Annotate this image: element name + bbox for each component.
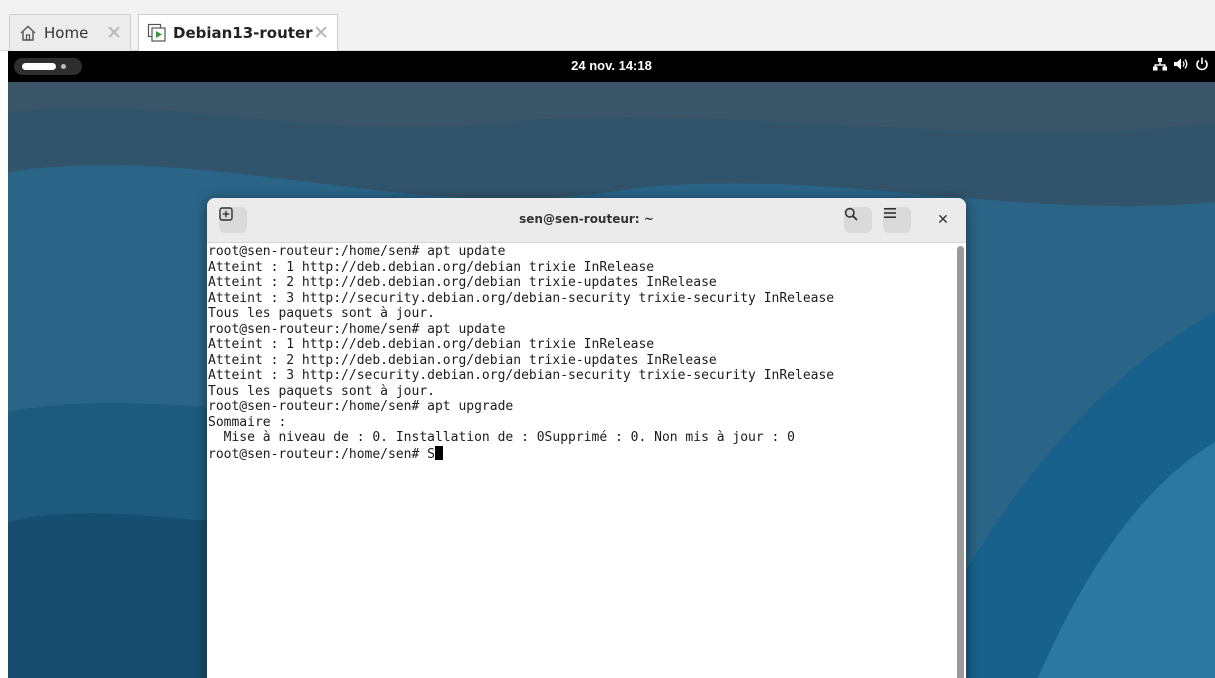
menu-button[interactable] bbox=[883, 207, 911, 233]
terminal-line: Atteint : 2 http://deb.debian.org/debian… bbox=[208, 275, 717, 290]
close-icon[interactable]: ✕ bbox=[106, 22, 122, 44]
clock[interactable]: 24 nov. 14:18 bbox=[8, 58, 1215, 73]
terminal-output[interactable]: root@sen-routeur:/home/sen# apt update At… bbox=[207, 244, 954, 678]
gnome-top-bar: 24 nov. 14:18 bbox=[8, 51, 1215, 82]
terminal-line: Atteint : 1 http://deb.debian.org/debian… bbox=[208, 337, 655, 352]
tab-home-label: Home bbox=[44, 24, 89, 42]
terminal-line: root@sen-routeur:/home/sen# apt upgrade bbox=[208, 399, 514, 414]
volume-icon[interactable] bbox=[1173, 57, 1189, 71]
terminal-headerbar: sen@sen-routeur: ~ ✕ bbox=[207, 198, 966, 243]
terminal-line: Tous les paquets sont à jour. bbox=[208, 306, 435, 321]
terminal-line: root@sen-routeur:/home/sen# apt update bbox=[208, 244, 506, 259]
network-icon[interactable] bbox=[1153, 57, 1167, 71]
hamburger-menu-icon bbox=[884, 208, 896, 218]
terminal-window[interactable]: sen@sen-routeur: ~ ✕ root@sen-routeur:/h… bbox=[207, 198, 966, 678]
power-icon[interactable] bbox=[1195, 57, 1209, 71]
terminal-line: Mise à niveau de : 0. Installation de : … bbox=[208, 430, 795, 445]
terminal-line: Atteint : 3 http://security.debian.org/d… bbox=[208, 368, 835, 383]
tab-debian13-router-label: Debian13-router bbox=[173, 24, 313, 42]
search-icon bbox=[844, 207, 858, 221]
system-tray[interactable] bbox=[1153, 57, 1209, 71]
terminal-line: Atteint : 1 http://deb.debian.org/debian… bbox=[208, 259, 655, 275]
host-tab-bar: Home ✕ Debian13-router ✕ bbox=[0, 0, 1215, 51]
terminal-line: Sommaire : bbox=[208, 414, 287, 430]
vm-play-icon bbox=[147, 23, 167, 43]
tab-home[interactable]: Home ✕ bbox=[9, 14, 131, 51]
close-icon: ✕ bbox=[937, 212, 949, 228]
terminal-line: Atteint : 2 http://deb.debian.org/debian… bbox=[208, 352, 717, 368]
prompt-text: root@sen-routeur:/home/sen# S bbox=[208, 446, 435, 462]
close-icon[interactable]: ✕ bbox=[313, 22, 329, 44]
terminal-prompt-line[interactable]: root@sen-routeur:/home/sen# S bbox=[208, 445, 953, 463]
terminal-line: root@sen-routeur:/home/sen# apt update bbox=[208, 321, 506, 337]
tab-debian13-router[interactable]: Debian13-router ✕ bbox=[138, 14, 338, 51]
desktop-background: sen@sen-routeur: ~ ✕ root@sen-routeur:/h… bbox=[8, 82, 1215, 678]
terminal-scrollbar[interactable] bbox=[957, 246, 964, 678]
text-cursor bbox=[434, 445, 443, 460]
close-window-button[interactable]: ✕ bbox=[933, 210, 953, 230]
terminal-line: Atteint : 3 http://security.debian.org/d… bbox=[208, 290, 835, 306]
vm-screen[interactable]: 24 nov. 14:18 sen@sen-routeur: ~ ✕ root@… bbox=[8, 51, 1215, 678]
search-button[interactable] bbox=[844, 207, 872, 233]
terminal-line: Tous les paquets sont à jour. bbox=[208, 383, 435, 399]
home-icon bbox=[18, 23, 38, 43]
